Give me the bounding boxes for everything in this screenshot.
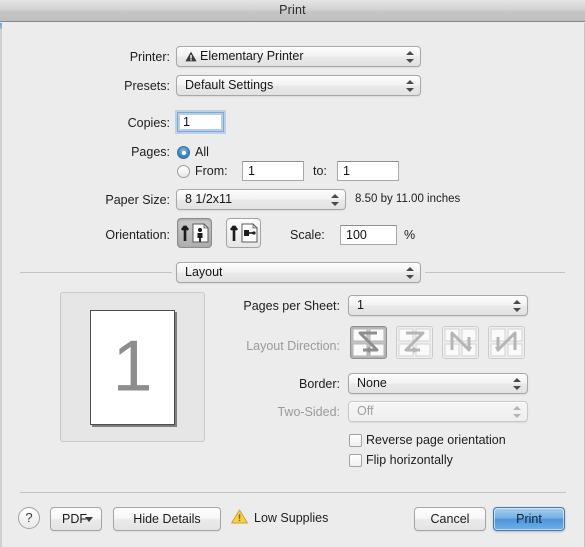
window-left-edge xyxy=(0,23,2,547)
scale-unit-label: % xyxy=(404,228,416,242)
chevron-updown-icon xyxy=(513,405,521,419)
orientation-portrait-button[interactable] xyxy=(177,218,212,248)
orientation-label: Orientation: xyxy=(105,228,170,242)
pages-from-input[interactable]: 1 xyxy=(242,161,304,181)
layout-direction-reverse-z-icon xyxy=(398,328,431,357)
chevron-updown-icon xyxy=(513,299,521,313)
two-sided-value: Off xyxy=(357,404,374,418)
pages-per-sheet-label: Pages per Sheet: xyxy=(243,299,340,313)
chevron-updown-icon xyxy=(406,79,414,93)
printer-popup[interactable]: Elementary Printer xyxy=(176,46,421,67)
pages-range-radio[interactable] xyxy=(177,165,190,178)
chevron-updown-icon xyxy=(406,266,414,280)
print-button[interactable]: Print xyxy=(493,507,565,531)
pdf-button[interactable]: PDF xyxy=(50,507,102,531)
pages-to-label: to: xyxy=(313,164,327,178)
layout-direction-reverse-n-icon xyxy=(490,328,523,357)
cancel-button[interactable]: Cancel xyxy=(414,507,486,531)
paper-size-value: 8 1/2x11 xyxy=(185,192,233,206)
chevron-down-icon xyxy=(85,517,93,522)
copies-input[interactable]: 1 xyxy=(177,112,224,132)
layout-direction-z-icon xyxy=(352,328,385,357)
pane-separator-left xyxy=(20,272,172,273)
hide-details-button[interactable]: Hide Details xyxy=(113,507,221,531)
portrait-orientation-icon xyxy=(180,223,209,243)
layout-direction-reverse-z-button[interactable] xyxy=(396,326,433,359)
pane-selector-value: Layout xyxy=(185,265,223,279)
paper-size-popup[interactable]: 8 1/2x11 xyxy=(176,189,346,210)
two-sided-label: Two-Sided: xyxy=(277,405,340,419)
print-preview-page: 1 xyxy=(90,310,175,425)
paper-size-note: 8.50 by 11.00 inches xyxy=(355,193,461,205)
border-value: None xyxy=(357,376,387,390)
chevron-updown-icon xyxy=(406,50,414,64)
pages-per-sheet-popup[interactable]: 1 xyxy=(348,295,528,316)
flip-horizontally-label[interactable]: Flip horizontally xyxy=(366,453,453,467)
pages-label: Pages: xyxy=(131,145,170,159)
copies-label: Copies: xyxy=(127,116,170,130)
layout-direction-n-icon xyxy=(444,328,477,357)
pages-all-label[interactable]: All xyxy=(195,145,209,159)
help-button[interactable]: ? xyxy=(18,507,40,529)
low-supplies-label: Low Supplies xyxy=(254,511,329,525)
border-popup[interactable]: None xyxy=(348,373,528,394)
scale-input[interactable]: 100 xyxy=(340,225,397,245)
pages-to-input[interactable]: 1 xyxy=(337,161,399,181)
paper-size-label: Paper Size: xyxy=(105,193,170,207)
presets-popup[interactable]: Default Settings xyxy=(176,75,421,96)
low-supplies-warning-icon xyxy=(231,509,248,529)
pane-separator-right xyxy=(425,272,565,273)
pages-all-radio[interactable] xyxy=(177,146,190,159)
presets-value: Default Settings xyxy=(185,78,274,92)
footer-separator xyxy=(20,492,566,493)
pane-selector-popup[interactable]: Layout xyxy=(176,262,421,283)
reverse-page-orientation-checkbox[interactable] xyxy=(349,434,362,447)
chevron-updown-icon xyxy=(331,193,339,207)
presets-label: Presets: xyxy=(124,79,170,93)
layout-direction-n-button[interactable] xyxy=(442,326,479,359)
print-dialog-window: Print Printer: Elementary Printer Preset… xyxy=(0,0,585,547)
pages-from-label[interactable]: From: xyxy=(195,164,228,178)
printer-label: Printer: xyxy=(129,50,170,64)
printer-value: Elementary Printer xyxy=(200,49,304,63)
reverse-page-orientation-label[interactable]: Reverse page orientation xyxy=(366,433,506,447)
layout-direction-label: Layout Direction: xyxy=(246,339,340,353)
window-titlebar[interactable]: Print xyxy=(0,0,585,22)
orientation-landscape-button[interactable] xyxy=(226,218,261,248)
layout-direction-reverse-n-button[interactable] xyxy=(488,326,525,359)
two-sided-popup: Off xyxy=(348,401,528,422)
layout-direction-z-button[interactable] xyxy=(350,326,387,359)
flip-horizontally-checkbox[interactable] xyxy=(349,454,362,467)
chevron-updown-icon xyxy=(513,377,521,391)
scale-label: Scale: xyxy=(290,228,325,242)
warning-triangle-icon xyxy=(185,51,197,62)
border-label: Border: xyxy=(299,377,340,391)
pdf-button-label: PDF xyxy=(62,512,87,526)
pages-per-sheet-value: 1 xyxy=(357,298,364,312)
window-title: Print xyxy=(279,3,306,17)
preview-page-number: 1 xyxy=(112,326,153,407)
landscape-orientation-icon xyxy=(229,223,258,243)
